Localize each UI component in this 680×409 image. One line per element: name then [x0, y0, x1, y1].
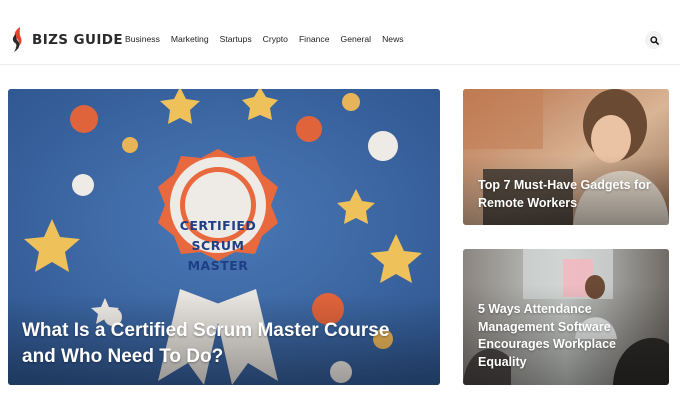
- site-logo[interactable]: BIZS GUIDE: [10, 26, 123, 54]
- featured-post-title[interactable]: What Is a Certified Scrum Master Course …: [22, 318, 422, 370]
- site-header: BIZS GUIDE Business Marketing Startups C…: [0, 0, 680, 65]
- featured-post-side-1[interactable]: Top 7 Must-Have Gadgets for Remote Worke…: [463, 89, 669, 225]
- search-button[interactable]: [645, 31, 663, 49]
- main-nav: Business Marketing Startups Crypto Finan…: [125, 34, 404, 44]
- badge-line-scrum: SCRUM: [191, 238, 245, 253]
- badge-line-certified: CERTIFIED: [179, 218, 257, 233]
- nav-item-news[interactable]: News: [382, 34, 404, 44]
- logo-mark-icon: [12, 27, 22, 52]
- badge-text: CERTIFIED SCRUM MASTER: [158, 216, 278, 276]
- featured-post-title[interactable]: 5 Ways Attendance Management Software En…: [478, 301, 658, 371]
- nav-item-startups[interactable]: Startups: [220, 34, 252, 44]
- search-icon: [649, 35, 659, 45]
- featured-post-side-2[interactable]: 5 Ways Attendance Management Software En…: [463, 249, 669, 385]
- badge-line-master: MASTER: [187, 258, 249, 273]
- nav-item-finance[interactable]: Finance: [299, 34, 330, 44]
- nav-item-general[interactable]: General: [341, 34, 372, 44]
- nav-item-crypto[interactable]: Crypto: [263, 34, 288, 44]
- nav-item-marketing[interactable]: Marketing: [171, 34, 209, 44]
- featured-post-main[interactable]: CERTIFIED SCRUM MASTER What Is a Certifi…: [8, 89, 440, 385]
- site-name: BIZS GUIDE: [32, 32, 124, 48]
- featured-post-title[interactable]: Top 7 Must-Have Gadgets for Remote Worke…: [478, 177, 658, 212]
- nav-item-business[interactable]: Business: [125, 34, 160, 44]
